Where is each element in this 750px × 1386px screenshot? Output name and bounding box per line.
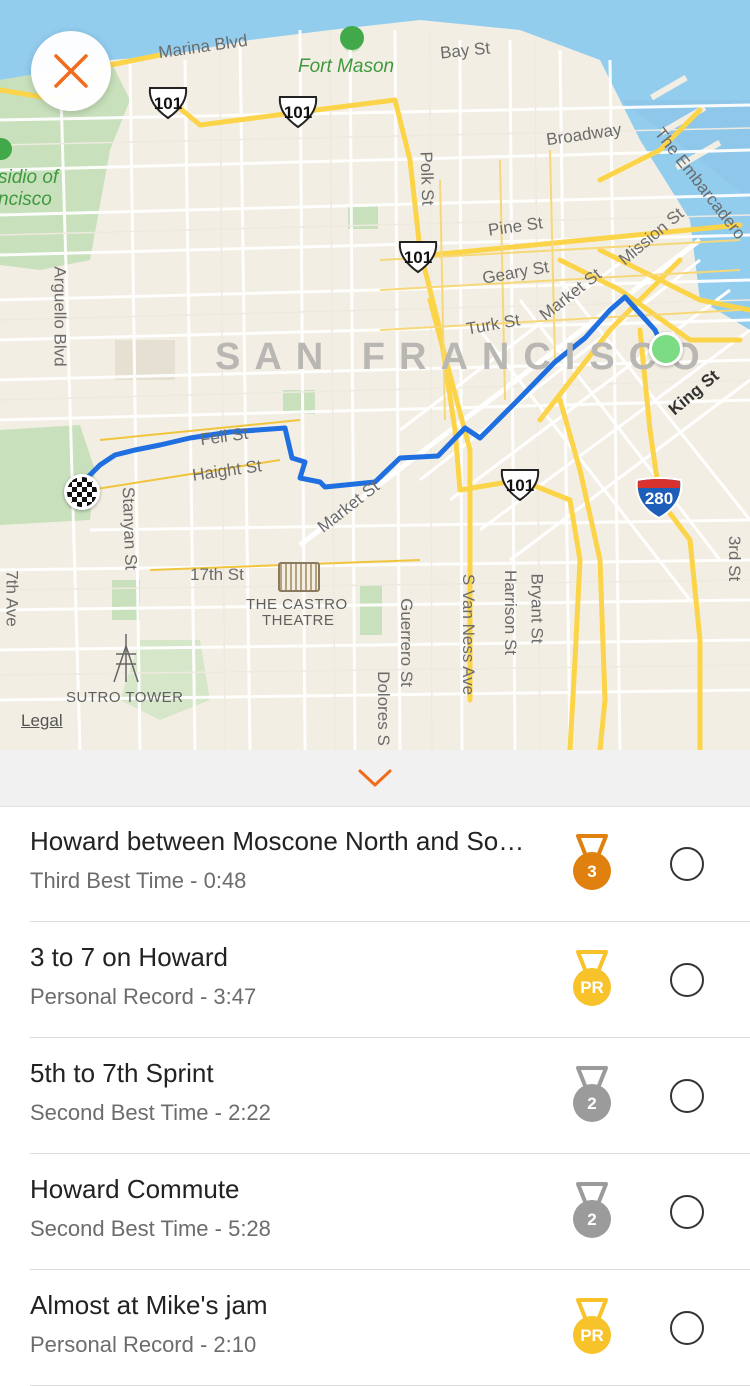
segment-title: 5th to 7th Sprint bbox=[30, 1058, 214, 1088]
checkered-flag-icon bbox=[64, 474, 100, 510]
segment-subtitle: Third Best Time - 0:48 bbox=[30, 868, 247, 893]
list-item[interactable]: Howard between Moscone North and South T… bbox=[30, 806, 750, 922]
gold-medal-icon: PR bbox=[570, 950, 614, 1008]
segment-subtitle: Second Best Time - 5:28 bbox=[30, 1216, 271, 1241]
us-101-shield: 101 bbox=[146, 86, 190, 120]
map-label-harrison: Harrison St bbox=[501, 569, 521, 656]
park-icon bbox=[340, 26, 364, 50]
silver-medal-icon: 2 bbox=[570, 1182, 614, 1240]
map-label-arguello: Arguello Blvd bbox=[50, 266, 70, 367]
map-label-presidio-2: ncisco bbox=[0, 189, 52, 210]
list-item[interactable]: 3 to 7 on Howard Personal Record - 3:47 … bbox=[30, 922, 750, 1038]
map-label-bryant: Bryant St bbox=[527, 573, 547, 644]
map-label-guerrero: Guerrero St bbox=[396, 598, 416, 687]
segment-title: Howard Commute bbox=[30, 1174, 240, 1204]
map-label-castro-2: THEATRE bbox=[262, 612, 335, 629]
list-item[interactable]: Howard Commute Second Best Time - 5:28 2 bbox=[30, 1154, 750, 1270]
us-101-shield: 101 bbox=[396, 240, 440, 274]
legal-link[interactable]: Legal bbox=[21, 711, 63, 731]
segment-subtitle: Second Best Time - 2:22 bbox=[30, 1100, 271, 1125]
map-label-3rd: 3rd St bbox=[725, 535, 745, 582]
map-label-17th: 17th St bbox=[190, 565, 244, 584]
map-label-presidio-1: sidio of bbox=[0, 167, 59, 188]
list-item[interactable]: Almost at Mike's jam Personal Record - 2… bbox=[30, 1270, 750, 1386]
select-radio[interactable] bbox=[670, 1311, 704, 1345]
close-icon bbox=[54, 54, 88, 88]
i-280-shield: 280 bbox=[634, 476, 684, 520]
map-label-dolores: Dolores S bbox=[373, 671, 393, 746]
castro-theatre-icon bbox=[278, 562, 320, 592]
list-item[interactable]: 5th to 7th Sprint Second Best Time - 2:2… bbox=[30, 1038, 750, 1154]
segment-title: 3 to 7 on Howard bbox=[30, 942, 229, 972]
close-button[interactable] bbox=[31, 31, 111, 111]
map-label-van-ness: S Van Ness Ave bbox=[459, 573, 479, 696]
map-label-city: SAN FRANCISCO bbox=[215, 336, 714, 378]
map-label-fort-mason: Fort Mason bbox=[298, 56, 395, 77]
segment-list: Howard between Moscone North and South T… bbox=[0, 806, 750, 1386]
map-label-polk: Polk St bbox=[416, 151, 438, 206]
map-label-7th-ave: 7th Ave bbox=[2, 570, 22, 627]
bronze-medal-icon: 3 bbox=[570, 834, 614, 892]
us-101-shield: 101 bbox=[498, 468, 542, 502]
silver-medal-icon: 2 bbox=[570, 1066, 614, 1124]
select-radio[interactable] bbox=[670, 1195, 704, 1229]
select-radio[interactable] bbox=[670, 1079, 704, 1113]
select-radio[interactable] bbox=[670, 847, 704, 881]
map-label-castro-1: THE CASTRO bbox=[246, 596, 348, 613]
map-label-sutro: SUTRO TOWER bbox=[66, 689, 184, 706]
segment-subtitle: Personal Record - 3:47 bbox=[30, 984, 257, 1009]
route-map[interactable]: Fort Mason sidio of ncisco Marina Blvd B… bbox=[0, 0, 750, 750]
segment-title: Howard between Moscone North and South bbox=[30, 826, 530, 856]
gold-medal-icon: PR bbox=[570, 1298, 614, 1356]
select-radio[interactable] bbox=[670, 963, 704, 997]
chevron-down-icon bbox=[358, 769, 392, 787]
segment-subtitle: Personal Record - 2:10 bbox=[30, 1332, 257, 1357]
segment-title: Almost at Mike's jam bbox=[30, 1290, 268, 1320]
map-label-stanyan: Stanyan St bbox=[118, 486, 141, 571]
collapse-drawer-button[interactable] bbox=[0, 750, 750, 807]
us-101-shield: 101 bbox=[276, 95, 320, 129]
sutro-tower-icon bbox=[113, 634, 139, 683]
start-dot-icon bbox=[649, 332, 683, 366]
